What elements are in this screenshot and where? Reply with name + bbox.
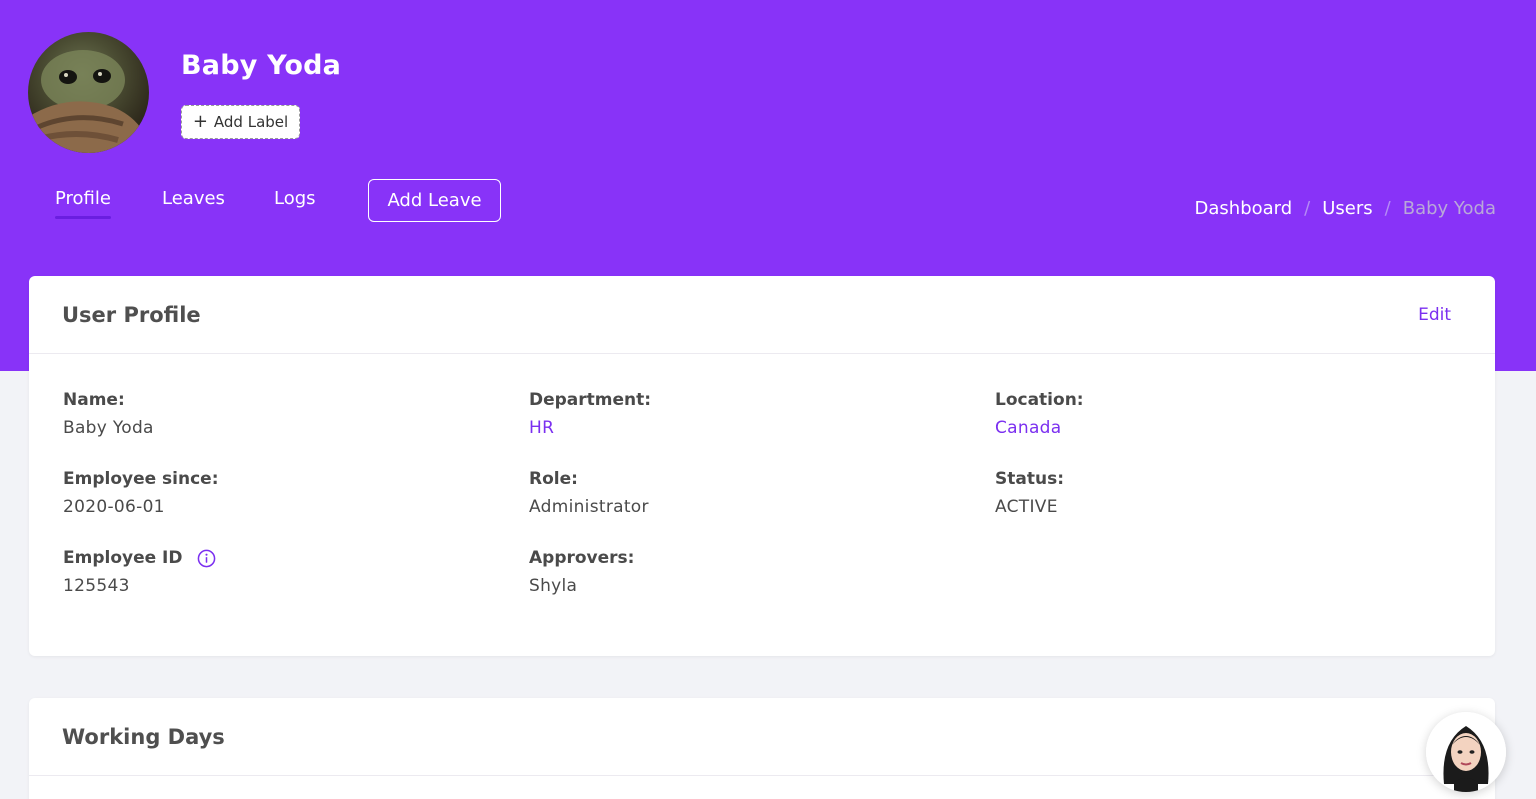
user-profile-card: User Profile Edit Name: Baby Yoda Depart… [29, 276, 1495, 656]
field-label: Location: [995, 390, 1084, 410]
department-link[interactable]: HR [529, 418, 651, 438]
field-value: Baby Yoda [63, 418, 154, 438]
profile-fields: Name: Baby Yoda Department: HR Location:… [29, 276, 1495, 656]
add-leave-button[interactable]: Add Leave [368, 179, 501, 222]
add-label-button[interactable]: + Add Label [181, 105, 300, 139]
plus-icon: + [192, 111, 208, 132]
field-label: Status: [995, 469, 1064, 489]
tab-profile[interactable]: Profile [55, 188, 111, 219]
field-employee-id: Employee ID 125543 [63, 548, 216, 596]
field-label: Role: [529, 469, 578, 489]
field-value: Shyla [529, 576, 578, 596]
field-role: Role: Administrator [529, 469, 649, 517]
avatar-image [28, 50, 149, 153]
add-label-text: Add Label [213, 113, 289, 131]
breadcrumb: Dashboard / Users / Baby Yoda [1195, 198, 1496, 219]
breadcrumb-current: Baby Yoda [1402, 198, 1496, 219]
field-label: Employee ID [63, 548, 216, 568]
field-value: Administrator [529, 497, 649, 517]
tab-logs[interactable]: Logs [274, 188, 316, 209]
field-value: 125543 [63, 576, 130, 596]
field-label: Department: [529, 390, 652, 410]
user-name: Baby Yoda [181, 50, 342, 81]
chat-avatar[interactable] [1426, 712, 1506, 792]
breadcrumb-separator: / [1304, 198, 1311, 219]
field-name: Name: Baby Yoda [63, 390, 154, 438]
field-value: 2020-06-01 [63, 497, 165, 517]
field-approvers: Approvers: Shyla [529, 548, 634, 596]
breadcrumb-dashboard[interactable]: Dashboard [1195, 198, 1293, 219]
chat-avatar-image [1426, 712, 1506, 792]
info-icon[interactable] [197, 549, 216, 568]
card-header: Working Days E [29, 698, 1495, 776]
user-avatar [28, 32, 149, 153]
field-status: Status: ACTIVE [995, 469, 1064, 517]
field-location: Location: Canada [995, 390, 1084, 438]
breadcrumb-users[interactable]: Users [1322, 198, 1372, 219]
status-value: ACTIVE [995, 497, 1058, 517]
working-days-card: Working Days E [29, 698, 1495, 799]
field-label: Employee since: [63, 469, 219, 489]
location-link[interactable]: Canada [995, 418, 1084, 438]
field-label: Name: [63, 390, 125, 410]
tab-leaves[interactable]: Leaves [162, 188, 225, 209]
breadcrumb-separator: / [1384, 198, 1391, 219]
field-department: Department: HR [529, 390, 651, 438]
field-employee-since: Employee since: 2020-06-01 [63, 469, 219, 517]
employee-id-label: Employee ID [63, 548, 183, 568]
field-label: Approvers: [529, 548, 635, 568]
card-title: Working Days [62, 724, 225, 749]
